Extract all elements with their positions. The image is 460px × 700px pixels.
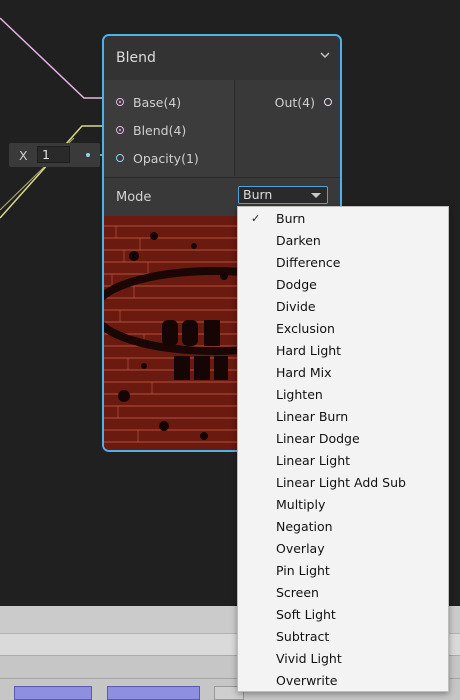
dropdown-item[interactable]: ✓ Burn bbox=[238, 208, 448, 230]
mode-label: Mode bbox=[116, 190, 152, 205]
dropdown-item[interactable]: Overlay bbox=[238, 538, 448, 560]
dropdown-item[interactable]: Lighten bbox=[238, 384, 448, 406]
dropdown-item[interactable]: Vivid Light bbox=[238, 648, 448, 670]
mode-dropdown-menu: ✓ Burn Darken Difference Dodge Divide Exc… bbox=[237, 206, 449, 692]
port-connector-icon[interactable] bbox=[324, 98, 332, 106]
check-icon: ✓ bbox=[251, 212, 261, 225]
dropdown-item[interactable]: Multiply bbox=[238, 494, 448, 516]
dropdown-item[interactable]: Negation bbox=[238, 516, 448, 538]
dropdown-item[interactable]: Linear Light Add Sub bbox=[238, 472, 448, 494]
dropdown-item[interactable]: Overwrite bbox=[238, 670, 448, 692]
x-label: X bbox=[19, 148, 28, 163]
input-port-base[interactable]: Base(4) bbox=[116, 94, 181, 110]
dropdown-item[interactable]: Screen bbox=[238, 582, 448, 604]
node-header[interactable]: Blend bbox=[104, 36, 340, 81]
dropdown-item[interactable]: Exclusion bbox=[238, 318, 448, 340]
dropdown-item[interactable]: Divide bbox=[238, 296, 448, 318]
dropdown-item[interactable]: Linear Dodge bbox=[238, 428, 448, 450]
opacity-connector-dot[interactable] bbox=[86, 153, 90, 157]
wire-base bbox=[0, 17, 114, 99]
dropdown-item[interactable]: Difference bbox=[238, 252, 448, 274]
output-port-out[interactable]: Out(4) bbox=[275, 94, 332, 110]
output-ports: Out(4) bbox=[235, 80, 340, 176]
port-label: Out(4) bbox=[274, 94, 315, 110]
port-label: Blend(4) bbox=[133, 122, 187, 138]
dropdown-item[interactable]: Subtract bbox=[238, 626, 448, 648]
port-connector-icon[interactable] bbox=[116, 98, 124, 106]
wire-blend bbox=[0, 125, 114, 219]
dropdown-item[interactable]: Linear Burn bbox=[238, 406, 448, 428]
dropdown-item[interactable]: Dodge bbox=[238, 274, 448, 296]
asset-thumbnail[interactable] bbox=[14, 686, 92, 700]
dropdown-arrow-icon bbox=[311, 193, 321, 198]
dropdown-item[interactable]: Hard Light bbox=[238, 340, 448, 362]
input-port-blend[interactable]: Blend(4) bbox=[116, 122, 186, 138]
node-title: Blend bbox=[116, 50, 156, 66]
port-connector-icon[interactable] bbox=[116, 126, 124, 134]
dropdown-item[interactable]: Soft Light bbox=[238, 604, 448, 626]
chevron-down-icon[interactable] bbox=[320, 48, 330, 62]
mode-select-value: Burn bbox=[243, 187, 273, 202]
dropdown-item[interactable]: Darken bbox=[238, 230, 448, 252]
asset-thumbnail[interactable] bbox=[107, 686, 200, 700]
dropdown-item[interactable]: Hard Mix bbox=[238, 362, 448, 384]
port-connector-icon[interactable] bbox=[116, 154, 124, 162]
opacity-value-field[interactable]: 1 bbox=[37, 146, 70, 163]
dropdown-item[interactable]: Pin Light bbox=[238, 560, 448, 582]
input-port-opacity[interactable]: Opacity(1) bbox=[116, 150, 199, 166]
port-label: Opacity(1) bbox=[133, 150, 199, 166]
port-label: Base(4) bbox=[133, 94, 182, 110]
mode-select[interactable]: Burn bbox=[238, 186, 328, 204]
dropdown-item[interactable]: Linear Light bbox=[238, 450, 448, 472]
opacity-input-box: X 1 bbox=[9, 143, 100, 167]
input-ports: Base(4) Blend(4) Opacity(1) bbox=[104, 80, 235, 176]
